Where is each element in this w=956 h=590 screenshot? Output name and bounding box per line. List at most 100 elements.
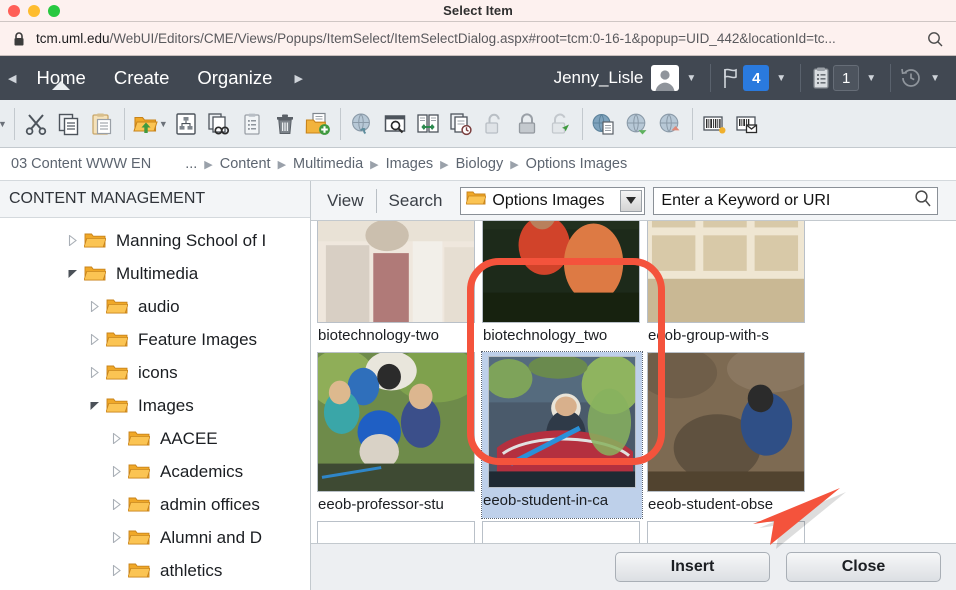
chevron-right-icon[interactable]: ▶ <box>286 72 310 85</box>
triangle-down-icon[interactable] <box>88 399 102 413</box>
tree-item-images[interactable]: Images <box>0 389 310 422</box>
address-text[interactable]: tcm.uml.edu/WebUI/Editors/CME/Views/Popu… <box>36 31 918 46</box>
flag-count-badge[interactable]: 4 <box>743 65 770 91</box>
delete-trash-icon[interactable] <box>269 104 302 144</box>
triangle-right-icon[interactable] <box>88 333 102 347</box>
barcode-mail-icon[interactable] <box>731 104 764 144</box>
tree-item-manning-school-of-i[interactable]: Manning School of I <box>0 224 310 257</box>
user-avatar-icon[interactable] <box>651 65 680 91</box>
magnifier-icon[interactable] <box>926 30 944 48</box>
clipboard-list-icon[interactable] <box>809 65 833 91</box>
thumbnail-item[interactable]: biotechnology_two <box>482 221 642 349</box>
breadcrumb-ellipsis[interactable]: ... <box>185 156 197 172</box>
thumbnail-item[interactable]: eeob-group-with-s <box>647 221 807 349</box>
thumbnail-image[interactable] <box>482 221 640 323</box>
tab-search[interactable]: Search <box>379 191 453 211</box>
thumbnail-image[interactable] <box>647 521 805 543</box>
caret-down-icon[interactable] <box>620 189 643 212</box>
thumbnail-image[interactable] <box>482 521 640 543</box>
thumbnail-item[interactable] <box>647 521 807 543</box>
tree-item-academics[interactable]: Academics <box>0 455 310 488</box>
thumbnail-image[interactable] <box>647 352 805 492</box>
thumbnail-image[interactable] <box>488 356 636 488</box>
triangle-down-icon[interactable] <box>66 267 80 281</box>
translate-icon[interactable] <box>412 104 445 144</box>
flag-icon[interactable] <box>719 65 743 91</box>
copy-page-icon[interactable] <box>588 104 621 144</box>
thumbnail-grid-scroll[interactable]: biotechnology-two biotechnology_two eeob-g… <box>311 221 956 543</box>
thumbnail-grid[interactable]: biotechnology-two biotechnology_two eeob-g… <box>311 221 956 543</box>
clipboard-items-icon[interactable] <box>236 104 269 144</box>
thumbnail-image[interactable] <box>647 221 805 323</box>
breadcrumb-item-content[interactable]: Content <box>220 156 271 172</box>
address-bar[interactable]: tcm.uml.edu/WebUI/Editors/CME/Views/Popu… <box>0 22 956 56</box>
ribbon-tab-create[interactable]: Create <box>100 67 184 89</box>
magnifier-icon[interactable] <box>913 188 933 213</box>
tree-item-athletics[interactable]: athletics <box>0 554 310 587</box>
breadcrumb-root[interactable]: 03 Content WWW EN <box>11 156 151 172</box>
breadcrumb-item-images[interactable]: Images <box>386 156 434 172</box>
close-button[interactable]: Close <box>786 552 941 582</box>
triangle-right-icon[interactable] <box>88 366 102 380</box>
lock-checkout-icon[interactable] <box>544 104 577 144</box>
history-caret-down-icon[interactable]: ▼ <box>930 73 940 84</box>
cut-icon[interactable] <box>20 104 53 144</box>
clipboard-caret-down-icon[interactable]: ▼ <box>866 73 876 84</box>
preview-window-icon[interactable] <box>379 104 412 144</box>
triangle-right-icon[interactable] <box>88 300 102 314</box>
flag-caret-down-icon[interactable]: ▼ <box>776 73 786 84</box>
folder-select-dropdown[interactable]: Options Images <box>460 186 646 215</box>
breadcrumb-item-biology[interactable]: Biology <box>456 156 504 172</box>
open-folder-caret-down-icon[interactable]: ▼ <box>159 119 168 129</box>
tree-item-icons[interactable]: icons <box>0 356 310 389</box>
thumbnail-image[interactable] <box>317 352 475 492</box>
tree-item-admin-offices[interactable]: admin offices <box>0 488 310 521</box>
thumbnail-image[interactable] <box>317 521 475 543</box>
thumbnail-item-selected[interactable]: eeob-student-in-ca <box>481 351 643 519</box>
triangle-right-icon[interactable] <box>110 531 124 545</box>
where-used-icon[interactable] <box>170 104 203 144</box>
copy-icon[interactable] <box>53 104 86 144</box>
ribbon-tab-home[interactable]: Home <box>22 67 99 89</box>
tree-item-audio[interactable]: audio <box>0 290 310 323</box>
publish-globe-link-icon[interactable] <box>346 104 379 144</box>
insert-button[interactable]: Insert <box>615 552 770 582</box>
triangle-right-icon[interactable] <box>110 465 124 479</box>
tree-item-feature-images[interactable]: Feature Images <box>0 323 310 356</box>
thumbnail-image[interactable] <box>317 221 475 323</box>
tree-item-aacee[interactable]: AACEE <box>0 422 310 455</box>
keyword-search-input[interactable]: Enter a Keyword or URI <box>653 186 939 215</box>
folder-tree[interactable]: Manning School of I Multimedia audio Featur… <box>0 218 310 590</box>
globe-unpublish-icon[interactable] <box>654 104 687 144</box>
thumbnail-item[interactable]: biotechnology-two <box>317 221 477 349</box>
thumbnail-item[interactable]: eeob-professor-stu <box>317 352 477 518</box>
clipboard-count-badge[interactable]: 1 <box>833 65 860 91</box>
triangle-right-icon[interactable] <box>66 234 80 248</box>
globe-publish-up-icon[interactable] <box>621 104 654 144</box>
triangle-right-icon[interactable] <box>110 564 124 578</box>
new-item-icon[interactable] <box>302 104 335 144</box>
chevron-left-icon[interactable]: ◀ <box>0 72 22 85</box>
triangle-right-icon[interactable] <box>110 432 124 446</box>
thumbnail-item[interactable]: eeob-student-obse <box>647 352 807 518</box>
lock-closed-icon[interactable] <box>511 104 544 144</box>
unlock-icon[interactable] <box>478 104 511 144</box>
tree-item-multimedia[interactable]: Multimedia <box>0 257 310 290</box>
history-version-icon[interactable] <box>445 104 478 144</box>
tab-view[interactable]: View <box>317 191 374 211</box>
tree-item-alumni-and-d[interactable]: Alumni and D <box>0 521 310 554</box>
breadcrumb-item-multimedia[interactable]: Multimedia <box>293 156 363 172</box>
ribbon-tab-organize[interactable]: Organize <box>183 67 286 89</box>
toolbar-overflow-caret-down-icon[interactable]: ▼ <box>0 119 7 129</box>
user-caret-down-icon[interactable]: ▼ <box>686 73 696 84</box>
barcode-add-icon[interactable] <box>698 104 731 144</box>
thumbnail-item[interactable] <box>482 521 642 543</box>
search-items-icon[interactable] <box>203 104 236 144</box>
history-clock-icon[interactable] <box>899 65 923 91</box>
thumbnail-item[interactable] <box>317 521 477 543</box>
triangle-right-icon[interactable] <box>110 498 124 512</box>
folder-select-value: Options Images <box>492 191 605 209</box>
paste-icon[interactable] <box>86 104 119 144</box>
address-domain: tcm.uml.edu <box>36 31 110 46</box>
breadcrumb-item-options-images[interactable]: Options Images <box>526 156 628 172</box>
